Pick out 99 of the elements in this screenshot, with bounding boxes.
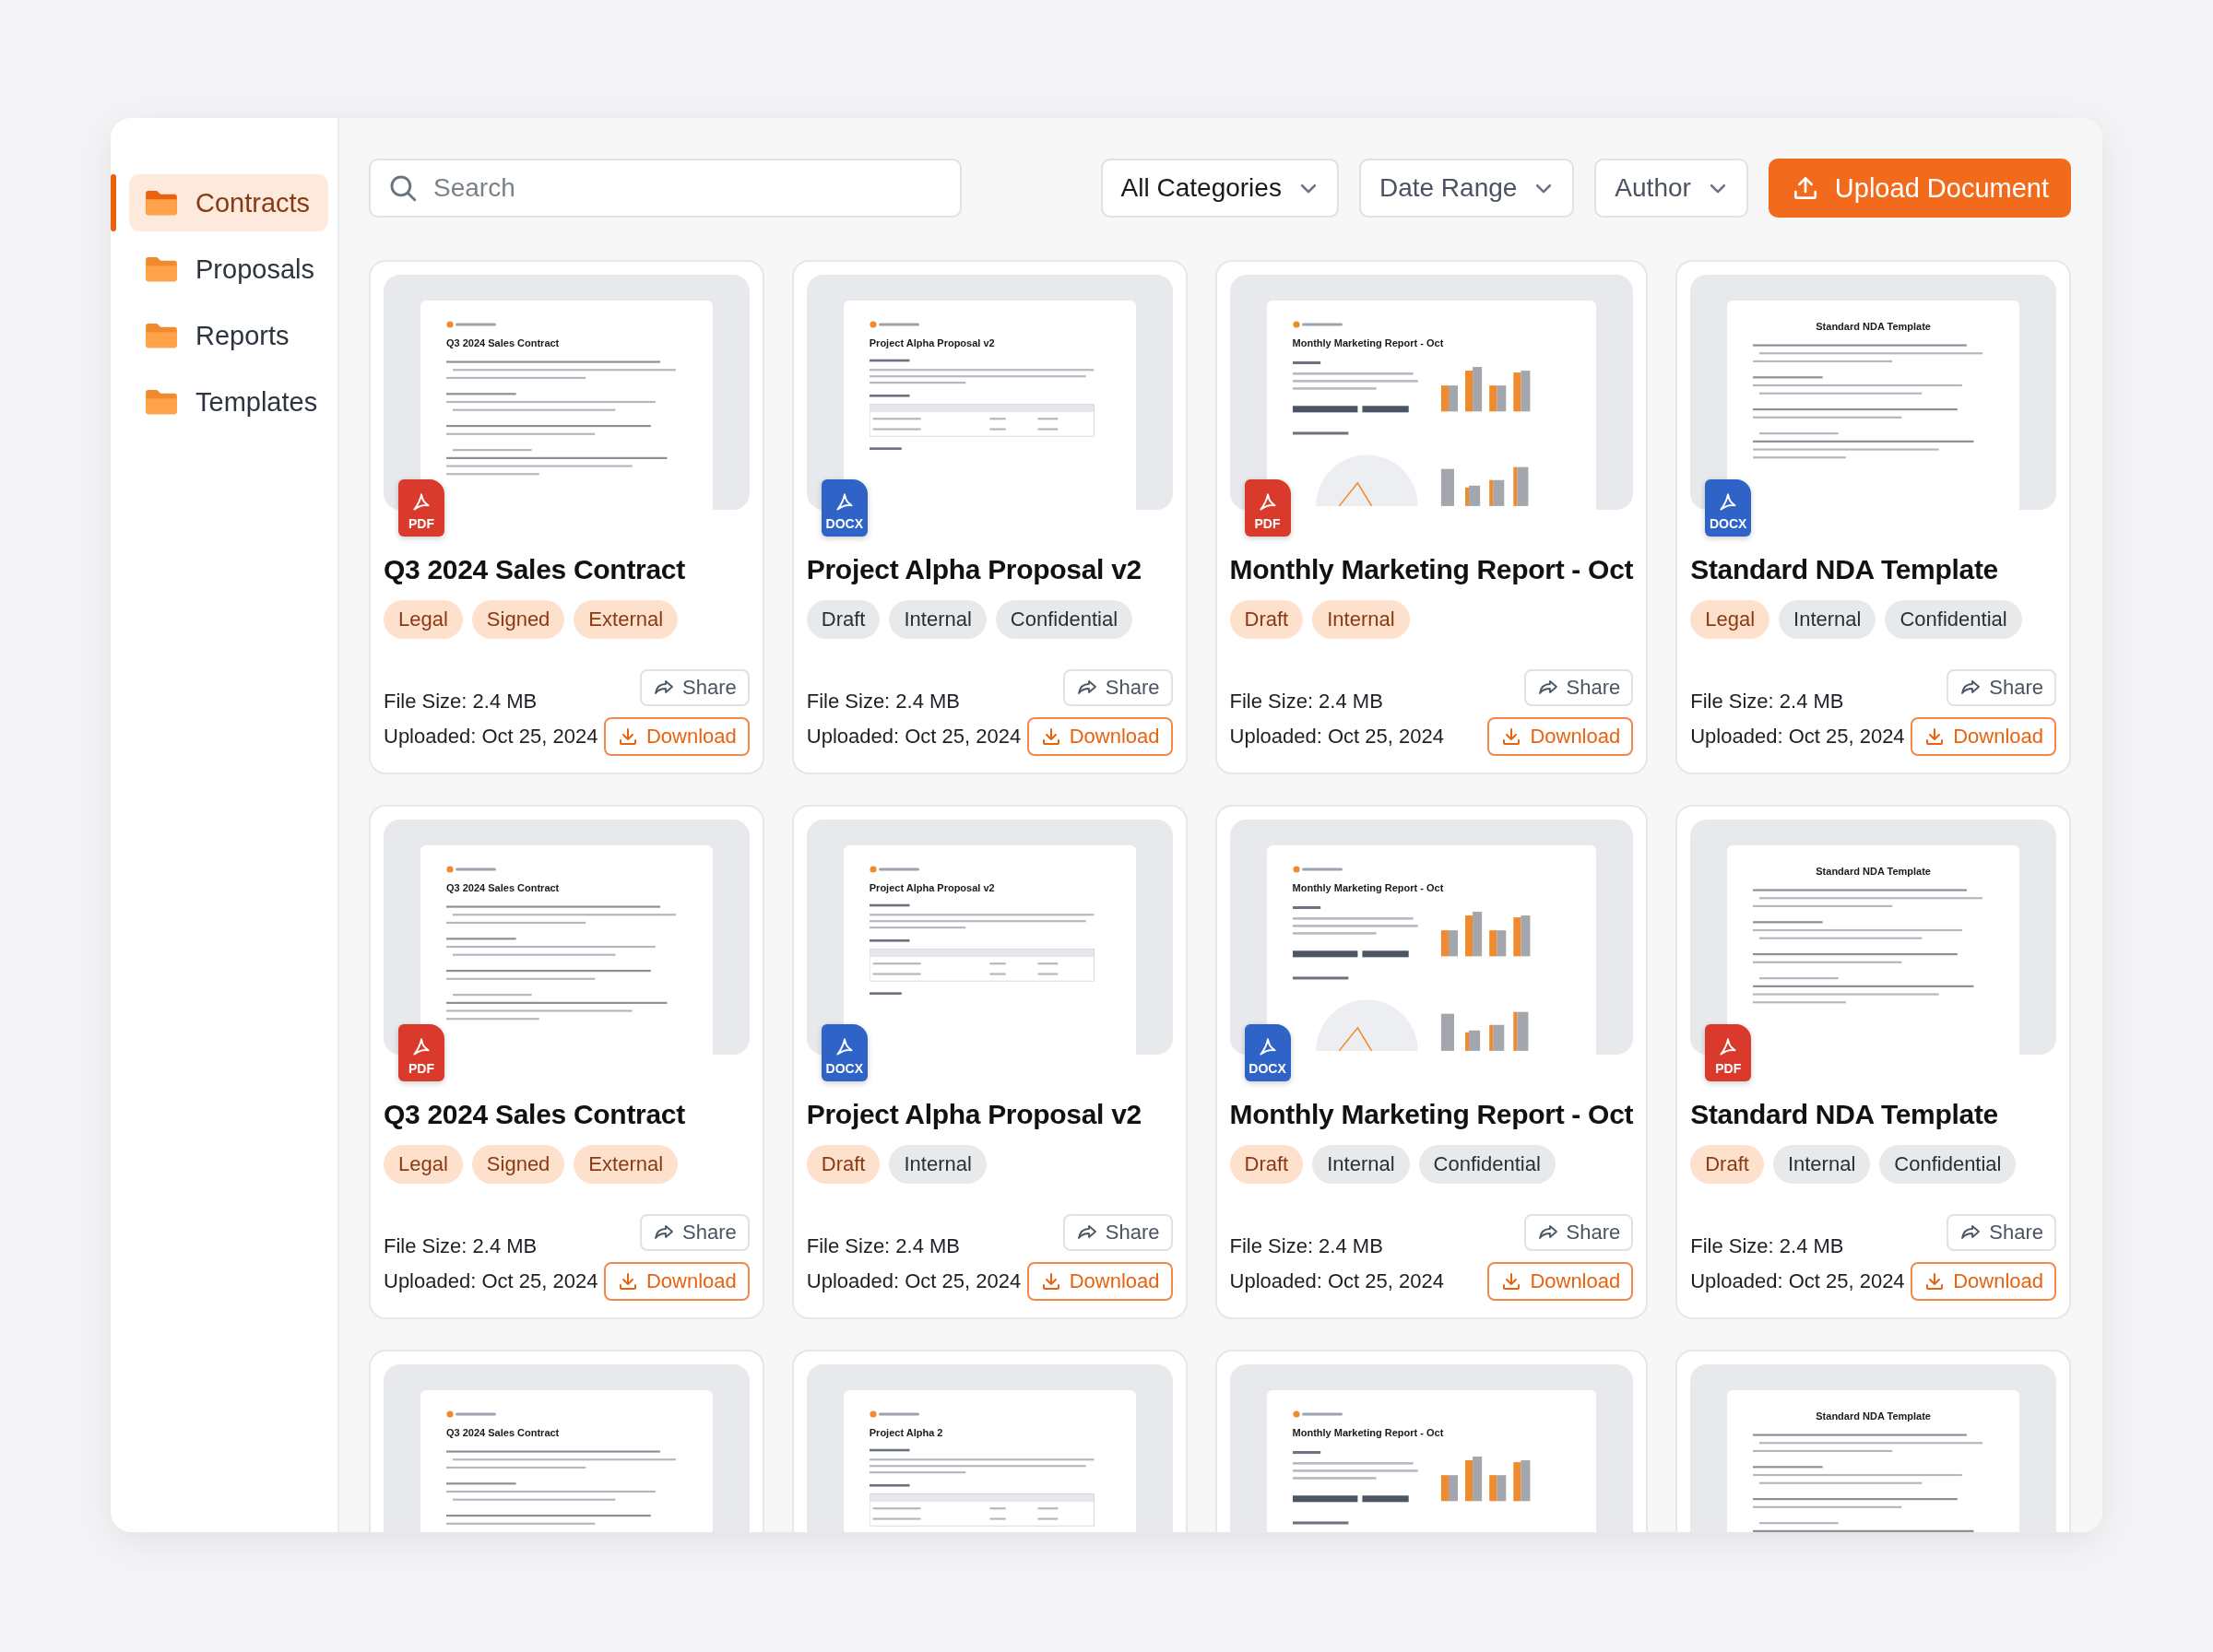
document-title: Project Alpha Proposal v2	[806, 554, 1142, 585]
file-type-badge: PDF	[1244, 479, 1291, 537]
preview-title: Monthly Marketing Report - Oct	[1292, 882, 1445, 893]
preview-title: Monthly Marketing Report - Oct	[1292, 1427, 1445, 1438]
tag: Draft	[806, 600, 881, 639]
document-title: Monthly Marketing Report - Oct	[1229, 554, 1634, 585]
tag: Internal	[1772, 1145, 1871, 1184]
upload-date: Uploaded: Oct 25, 2024	[1229, 1269, 1444, 1293]
document-title: Standard NDA Template	[1690, 554, 1999, 585]
tag: Confidential	[995, 600, 1133, 639]
share-button[interactable]: Share	[1523, 669, 1634, 706]
file-type-badge: DOCX	[1705, 479, 1752, 537]
document-card[interactable]: Monthly Marketing Report - Oct DOCX Monthly Marketing Report - Oct Draft Internal Confidential File Size: 2.4 MB Uploaded: Oct 25, 2024 Share Download	[1214, 805, 1649, 1319]
document-title: Q3 2024 Sales Contract	[384, 554, 686, 585]
upload-date: Uploaded: Oct 25, 2024	[1690, 1269, 1905, 1293]
folder-icon	[144, 255, 179, 283]
share-button[interactable]: Share	[1523, 1214, 1634, 1251]
file-size: File Size: 2.4 MB	[806, 690, 962, 714]
file-type-badge: DOCX	[821, 479, 868, 537]
file-size: File Size: 2.4 MB	[806, 1234, 962, 1258]
preview-title: Q3 2024 Sales Contract	[446, 337, 561, 348]
tag: Legal	[1690, 600, 1770, 639]
share-button[interactable]: Share	[1947, 669, 2056, 706]
document-card[interactable]: Standard NDA Template PDF Standard NDA Template Draft Internal Confidential File Size: 2.4 MB Uploaded: Oct 25, 2024 Share Download	[1675, 805, 2071, 1319]
filter-dropdown[interactable]: Author	[1594, 159, 1748, 218]
document-card[interactable]: Monthly Marketing Report - Oct	[1214, 1350, 1649, 1532]
folder-icon	[144, 388, 179, 416]
tag: External	[574, 1145, 679, 1184]
share-button[interactable]: Share	[1947, 1214, 2056, 1251]
document-card[interactable]: Standard NDA Template DOCX Standard NDA Template Legal Internal Confidential File Size: 2.4 MB Uploaded: Oct 25, 2024 Share Download	[1675, 260, 2071, 774]
share-button[interactable]: Share	[1062, 669, 1173, 706]
preview-title: Standard NDA Template	[1815, 1410, 1932, 1422]
filter-dropdown[interactable]: All Categories	[1100, 159, 1339, 218]
upload-date: Uploaded: Oct 25, 2024	[1229, 725, 1444, 749]
tag: Internal	[1779, 600, 1876, 639]
tag: Draft	[1229, 600, 1304, 639]
filter-dropdown[interactable]: Date Range	[1358, 159, 1575, 218]
document-card[interactable]: Q3 2024 Sales Contract PDF Q3 2024 Sales Contract Legal Signed External File Size: 2.4 MB Uploaded: Oct 25, 2024 Share Download	[369, 260, 764, 774]
search-field[interactable]: Search	[369, 159, 962, 218]
preview-title: Project Alpha Proposal v2	[869, 882, 996, 893]
tag: Signed	[471, 1145, 565, 1184]
folder-icon	[144, 189, 179, 217]
tag: Internal	[1312, 1145, 1410, 1184]
file-type-badge: DOCX	[821, 1024, 868, 1081]
upload-date: Uploaded: Oct 25, 2024	[806, 725, 1022, 749]
document-title: Project Alpha Proposal v2	[806, 1099, 1142, 1130]
share-button[interactable]: Share	[640, 669, 750, 706]
tag: External	[574, 600, 679, 639]
tag: Internal	[889, 1145, 987, 1184]
file-type-badge: PDF	[398, 479, 444, 537]
document-card[interactable]: Project Alpha Proposal v2 DOCX Project Alpha Proposal v2 Draft Internal Confidential File Size: 2.4 MB Uploaded: Oct 25, 2024 Share Download	[791, 260, 1188, 774]
file-size: File Size: 2.4 MB	[384, 690, 538, 714]
file-size: File Size: 2.4 MB	[384, 1234, 538, 1258]
tag: Confidential	[1885, 600, 2022, 639]
tag: Legal	[384, 600, 463, 639]
preview-title: Project Alpha Proposal v2	[869, 337, 996, 348]
preview-title: Standard NDA Template	[1815, 321, 1932, 332]
preview-title: Project Alpha 2	[869, 1427, 944, 1438]
share-button[interactable]: Share	[1062, 1214, 1173, 1251]
document-card[interactable]: Project Alpha 2	[791, 1350, 1188, 1532]
search-input[interactable]: Search	[432, 172, 943, 204]
file-size: File Size: 2.4 MB	[1229, 690, 1384, 714]
document-title: Standard NDA Template	[1690, 1099, 1999, 1130]
file-size: File Size: 2.4 MB	[1229, 1234, 1384, 1258]
share-button[interactable]: Share	[640, 1214, 750, 1251]
upload-date: Uploaded: Oct 25, 2024	[1690, 725, 1905, 749]
file-type-badge: DOCX	[1244, 1024, 1291, 1081]
tag: Legal	[384, 1145, 463, 1184]
file-type-badge: PDF	[398, 1024, 444, 1081]
document-card[interactable]: Q3 2024 Sales Contract PDF Q3 2024 Sales Contract Legal Signed External File Size: 2.4 MB Uploaded: Oct 25, 2024 Share Download	[369, 805, 764, 1319]
tag: Confidential	[1418, 1145, 1556, 1184]
upload-date: Uploaded: Oct 25, 2024	[806, 1269, 1022, 1293]
sidebar-item[interactable]: Contracts	[129, 174, 329, 231]
document-card[interactable]: Project Alpha Proposal v2 DOCX Project Alpha Proposal v2 Draft Internal File Size: 2.4 MB Uploaded: Oct 25, 2024 Share Download	[791, 805, 1188, 1319]
preview-title: Monthly Marketing Report - Oct	[1292, 337, 1445, 348]
tag: Draft	[1229, 1145, 1304, 1184]
document-title: Monthly Marketing Report - Oct	[1229, 1099, 1634, 1130]
file-size: File Size: 2.4 MB	[1690, 690, 1845, 714]
tag: Draft	[1690, 1145, 1764, 1184]
sidebar-item[interactable]: Proposals	[129, 241, 333, 298]
tag: Internal	[889, 600, 987, 639]
tag: Draft	[806, 1145, 881, 1184]
upload-date: Uploaded: Oct 25, 2024	[384, 1269, 598, 1293]
document-title: Q3 2024 Sales Contract	[384, 1099, 686, 1130]
folder-icon	[144, 322, 179, 349]
sidebar-item[interactable]: Reports	[129, 307, 308, 364]
preview-title: Q3 2024 Sales Contract	[446, 882, 561, 893]
upload-date: Uploaded: Oct 25, 2024	[384, 725, 598, 749]
tag: Signed	[471, 600, 565, 639]
sidebar-item[interactable]: Templates	[129, 373, 337, 431]
document-card[interactable]: Monthly Marketing Report - Oct PDF Monthly Marketing Report - Oct Draft Internal File Size: 2.4 MB Uploaded: Oct 25, 2024 Share Download	[1214, 260, 1649, 774]
preview-title: Q3 2024 Sales Contract	[446, 1427, 561, 1438]
tag: Internal	[1312, 600, 1410, 639]
preview-title: Standard NDA Template	[1815, 866, 1932, 877]
file-type-badge: PDF	[1705, 1024, 1752, 1081]
document-card[interactable]: Standard NDA Template	[1675, 1350, 2071, 1532]
document-card[interactable]: Q3 2024 Sales Contract	[369, 1350, 764, 1532]
file-size: File Size: 2.4 MB	[1690, 1234, 1845, 1258]
tag: Confidential	[1879, 1145, 2017, 1184]
